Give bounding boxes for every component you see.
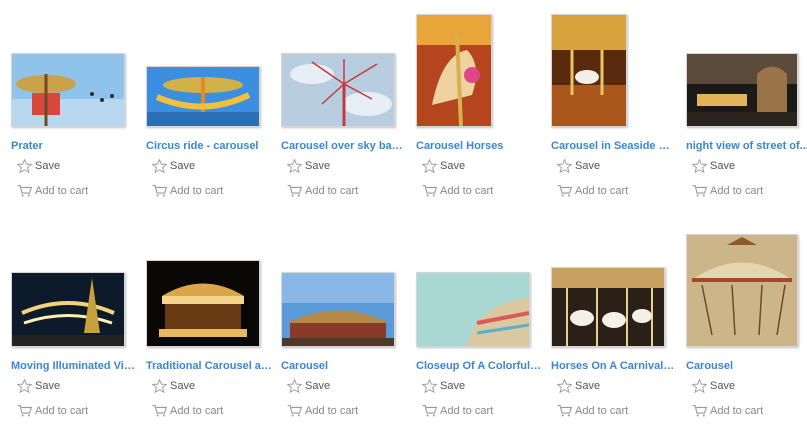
shopping-cart-icon: [422, 404, 437, 417]
star-outline-icon: [17, 159, 32, 173]
star-outline-icon: [422, 159, 437, 173]
add-to-cart-label: Add to cart: [305, 404, 359, 417]
product-thumbnail[interactable]: [686, 234, 798, 347]
product-title-link[interactable]: Carousel over sky background: [281, 140, 407, 152]
product-thumbnail[interactable]: [686, 53, 798, 127]
save-button[interactable]: Save: [422, 159, 465, 173]
save-label: Save: [440, 160, 466, 172]
product-thumbnail[interactable]: [416, 14, 492, 127]
star-outline-icon: [422, 379, 437, 393]
product-title-link[interactable]: Prater: [11, 140, 137, 152]
product-thumbnail[interactable]: [551, 267, 665, 347]
star-outline-icon: [287, 159, 302, 173]
save-button[interactable]: Save: [17, 379, 60, 393]
add-to-cart-button[interactable]: Add to cart: [422, 184, 493, 197]
save-button[interactable]: Save: [17, 159, 60, 173]
product-thumbnail[interactable]: [551, 14, 627, 127]
star-outline-icon: [557, 159, 572, 173]
save-button[interactable]: Save: [557, 159, 600, 173]
star-outline-icon: [692, 379, 707, 393]
add-to-cart-label: Add to cart: [575, 404, 629, 417]
shopping-cart-icon: [287, 404, 302, 417]
save-label: Save: [710, 160, 736, 172]
product-title-link[interactable]: Carousel: [281, 360, 407, 372]
shopping-cart-icon: [152, 184, 167, 197]
save-button[interactable]: Save: [152, 379, 195, 393]
add-to-cart-button[interactable]: Add to cart: [692, 404, 763, 417]
save-button[interactable]: Save: [287, 379, 330, 393]
product-title-link[interactable]: Circus ride - carousel: [146, 140, 272, 152]
add-to-cart-button[interactable]: Add to cart: [17, 404, 88, 417]
save-button[interactable]: Save: [692, 159, 735, 173]
product-title-link[interactable]: Moving Illuminated Vintage Carousel: [11, 360, 137, 372]
product-title-link[interactable]: Closeup Of A Colorful Carousel: [416, 360, 542, 372]
add-to-cart-button[interactable]: Add to cart: [152, 404, 223, 417]
shopping-cart-icon: [17, 404, 32, 417]
product-title-link[interactable]: Carousel Horses: [416, 140, 542, 152]
add-to-cart-button[interactable]: Add to cart: [152, 184, 223, 197]
add-to-cart-button[interactable]: Add to cart: [557, 404, 628, 417]
product-thumbnail[interactable]: [416, 272, 530, 347]
save-button[interactable]: Save: [557, 379, 600, 393]
product-thumbnail[interactable]: [281, 53, 395, 127]
add-to-cart-label: Add to cart: [35, 404, 89, 417]
shopping-cart-icon: [692, 404, 707, 417]
product-thumbnail[interactable]: [11, 53, 125, 127]
add-to-cart-label: Add to cart: [305, 184, 359, 197]
product-title-link[interactable]: Carousel in Seaside Heights: [551, 140, 677, 152]
shopping-cart-icon: [152, 404, 167, 417]
product-title-link[interactable]: night view of street of...: [686, 140, 807, 152]
product-title-link[interactable]: Carousel: [686, 360, 807, 372]
shopping-cart-icon: [557, 404, 572, 417]
shopping-cart-icon: [422, 184, 437, 197]
add-to-cart-label: Add to cart: [35, 184, 89, 197]
save-label: Save: [170, 160, 196, 172]
star-outline-icon: [152, 159, 167, 173]
save-label: Save: [170, 380, 196, 392]
add-to-cart-label: Add to cart: [170, 184, 224, 197]
save-label: Save: [35, 380, 61, 392]
save-label: Save: [710, 380, 736, 392]
save-button[interactable]: Save: [422, 379, 465, 393]
star-outline-icon: [152, 379, 167, 393]
save-label: Save: [305, 380, 331, 392]
add-to-cart-label: Add to cart: [710, 404, 764, 417]
product-thumbnail[interactable]: [146, 66, 260, 127]
save-label: Save: [575, 380, 601, 392]
save-label: Save: [440, 380, 466, 392]
save-button[interactable]: Save: [692, 379, 735, 393]
add-to-cart-button[interactable]: Add to cart: [422, 404, 493, 417]
add-to-cart-button[interactable]: Add to cart: [287, 184, 358, 197]
save-button[interactable]: Save: [287, 159, 330, 173]
star-outline-icon: [287, 379, 302, 393]
star-outline-icon: [692, 159, 707, 173]
add-to-cart-label: Add to cart: [575, 184, 629, 197]
add-to-cart-label: Add to cart: [440, 404, 494, 417]
shopping-cart-icon: [17, 184, 32, 197]
add-to-cart-button[interactable]: Add to cart: [557, 184, 628, 197]
shopping-cart-icon: [692, 184, 707, 197]
shopping-cart-icon: [557, 184, 572, 197]
add-to-cart-label: Add to cart: [440, 184, 494, 197]
product-thumbnail[interactable]: [11, 272, 125, 347]
product-title-link[interactable]: Traditional Carousel at night: [146, 360, 272, 372]
save-button[interactable]: Save: [152, 159, 195, 173]
shopping-cart-icon: [287, 184, 302, 197]
product-title-link[interactable]: Horses On A Carnival Carousel: [551, 360, 677, 372]
add-to-cart-button[interactable]: Add to cart: [287, 404, 358, 417]
star-outline-icon: [557, 379, 572, 393]
add-to-cart-label: Add to cart: [710, 184, 764, 197]
product-thumbnail[interactable]: [281, 272, 395, 347]
save-label: Save: [305, 160, 331, 172]
add-to-cart-button[interactable]: Add to cart: [692, 184, 763, 197]
save-label: Save: [35, 160, 61, 172]
product-thumbnail[interactable]: [146, 260, 260, 347]
star-outline-icon: [17, 379, 32, 393]
save-label: Save: [575, 160, 601, 172]
add-to-cart-button[interactable]: Add to cart: [17, 184, 88, 197]
add-to-cart-label: Add to cart: [170, 404, 224, 417]
